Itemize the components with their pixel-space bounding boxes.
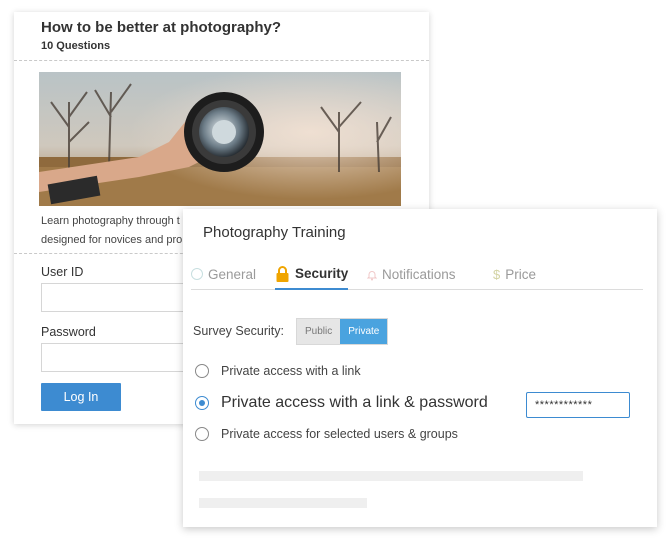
access-password-input[interactable]: ************ bbox=[526, 392, 630, 418]
tab-notifications[interactable]: Notifications bbox=[366, 259, 456, 289]
placeholder-bar bbox=[199, 471, 583, 481]
radio-button[interactable] bbox=[195, 364, 209, 378]
option-link-password[interactable]: Private access with a link & password bbox=[195, 394, 488, 412]
option-selected-users[interactable]: Private access for selected users & grou… bbox=[195, 427, 458, 441]
option-link[interactable]: Private access with a link bbox=[195, 364, 361, 378]
security-toggle: Public Private bbox=[296, 318, 389, 345]
settings-tabs: General Security Notifications $ Price bbox=[191, 257, 643, 290]
password-input[interactable] bbox=[41, 343, 203, 372]
option-label: Private access with a link & password bbox=[221, 394, 488, 411]
divider bbox=[14, 60, 429, 61]
login-button[interactable]: Log In bbox=[41, 383, 121, 411]
tab-general[interactable]: General bbox=[191, 259, 256, 289]
user-id-input[interactable] bbox=[41, 283, 203, 312]
tab-label: Notifications bbox=[382, 266, 456, 282]
password-label: Password bbox=[41, 325, 96, 339]
tab-label: General bbox=[208, 266, 257, 282]
dollar-icon: $ bbox=[493, 266, 501, 282]
lock-icon bbox=[275, 265, 290, 282]
survey-title: How to be better at photography? bbox=[41, 19, 281, 36]
tab-price[interactable]: $ Price bbox=[493, 259, 536, 289]
settings-panel: Photography Training General Security No… bbox=[183, 209, 657, 527]
private-button[interactable]: Private bbox=[340, 319, 388, 344]
survey-image bbox=[39, 72, 401, 206]
tab-label: Price bbox=[505, 266, 536, 282]
bell-icon bbox=[366, 269, 378, 280]
radio-button-selected[interactable] bbox=[195, 396, 209, 410]
public-button[interactable]: Public bbox=[297, 319, 341, 344]
option-label: Private access with a link bbox=[221, 364, 361, 378]
survey-security-label: Survey Security: bbox=[193, 324, 285, 338]
tab-label: Security bbox=[295, 266, 349, 281]
radio-button[interactable] bbox=[195, 427, 209, 441]
user-id-label: User ID bbox=[41, 265, 84, 279]
lens-photo-image bbox=[39, 72, 401, 206]
option-label: Private access for selected users & grou… bbox=[221, 427, 458, 441]
settings-title: Photography Training bbox=[203, 224, 346, 241]
circle-icon bbox=[191, 268, 203, 280]
placeholder-bar bbox=[199, 498, 367, 508]
question-count: 10 Questions bbox=[41, 40, 111, 52]
tab-security[interactable]: Security bbox=[275, 259, 349, 290]
